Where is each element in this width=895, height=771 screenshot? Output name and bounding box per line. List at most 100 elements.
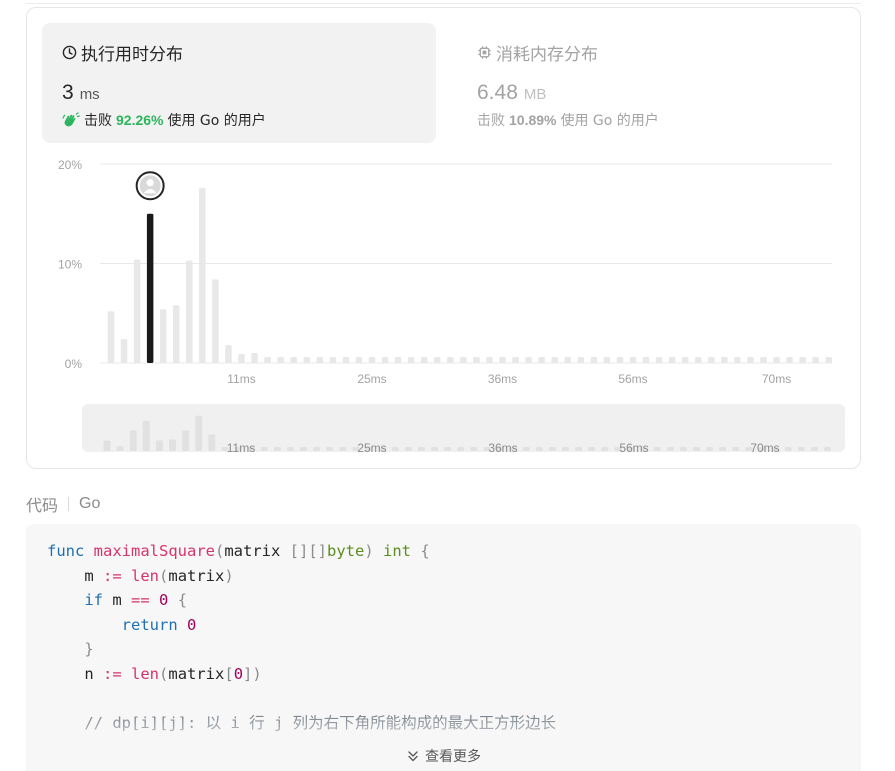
overview-bar [483, 447, 491, 451]
chart-bar[interactable] [434, 357, 441, 363]
chart-bar[interactable] [799, 357, 806, 363]
x-tick-label: 70ms [762, 372, 791, 386]
chart-bar[interactable] [186, 260, 193, 363]
chart-bar[interactable] [825, 357, 833, 363]
overview-bar [758, 447, 766, 451]
avatar-background [139, 175, 161, 197]
chart-bar[interactable] [786, 357, 793, 363]
avatar-body [143, 189, 157, 194]
overview-bar [706, 447, 714, 451]
runtime-stat-panel[interactable]: 执行用时分布 3 ms 击败 92.26% 使用 Go 的用户 [42, 23, 436, 143]
chart-bar[interactable] [460, 357, 467, 363]
chart-bar[interactable] [564, 357, 572, 363]
memory-beat-percent: 10.89% [509, 112, 557, 128]
chart-bar[interactable] [812, 357, 819, 363]
overview-bar [509, 447, 517, 451]
chart-bar[interactable] [551, 357, 558, 363]
chart-bar[interactable] [290, 357, 297, 363]
chart-bar[interactable] [708, 357, 715, 363]
runtime-unit: ms [79, 86, 100, 103]
chart-bar[interactable] [329, 357, 337, 363]
chart-bar[interactable] [447, 357, 454, 363]
chart-bar[interactable] [486, 357, 493, 363]
chart-bar[interactable] [629, 357, 637, 363]
chart-bar[interactable] [747, 357, 754, 363]
chart-bar[interactable] [355, 357, 363, 363]
chart-bar[interactable] [473, 357, 480, 363]
code-line: return 0 [121, 615, 197, 634]
chart-bar[interactable] [512, 357, 519, 363]
runtime-value: 3 ms [62, 81, 416, 105]
overview-bar [234, 447, 242, 451]
chart-bar[interactable] [212, 279, 219, 363]
chart-bar[interactable] [277, 357, 284, 363]
chart-bar[interactable] [120, 339, 128, 363]
overview-bar [548, 447, 556, 451]
runtime-beat-suffix: 使用 Go 的用户 [167, 113, 266, 129]
chart-bar[interactable] [368, 357, 376, 363]
overview-bar [391, 447, 399, 451]
chart-bar[interactable] [668, 357, 676, 363]
overview-bar [522, 447, 530, 451]
chart-bar[interactable] [681, 357, 689, 363]
overview-brush[interactable] [82, 404, 845, 452]
x-tick-label: 11ms [227, 372, 255, 386]
chart-bar[interactable] [199, 187, 206, 363]
chart-bar[interactable] [734, 357, 741, 363]
chart-bar[interactable] [159, 309, 167, 363]
overview-x-label: 36ms [488, 441, 517, 455]
code-block[interactable]: func maximalSquare(matrix [][]byte) int … [26, 524, 861, 771]
chart-bar[interactable] [420, 357, 428, 363]
chart-bar[interactable] [603, 357, 611, 363]
chip-icon [478, 45, 491, 59]
chart-bar[interactable] [538, 357, 545, 363]
avatar-head [146, 179, 154, 187]
overview-bar [273, 447, 281, 451]
bar-current-submission[interactable] [146, 213, 154, 363]
code-header: 代码 Go [26, 492, 100, 516]
overview-bar [693, 447, 700, 451]
overview-bar [378, 447, 386, 451]
chart-bar[interactable] [381, 357, 389, 363]
performance-card: 执行用时分布 3 ms 击败 92.26% 使用 Go 的用户 消耗内存分布 6… [26, 7, 861, 469]
chart-bar[interactable] [316, 357, 324, 363]
chart-bar[interactable] [499, 357, 506, 363]
chart-bar[interactable] [394, 357, 402, 363]
show-more-label: 查看更多 [425, 749, 481, 765]
chart-bar[interactable] [407, 357, 415, 363]
chart-bar[interactable] [225, 345, 232, 363]
avatar-marker[interactable] [135, 171, 165, 201]
chart-bar[interactable] [133, 259, 141, 363]
overview-bar [116, 446, 124, 451]
chart-bar[interactable] [642, 357, 650, 363]
chart-bar[interactable] [525, 357, 532, 363]
chart-bar[interactable] [107, 311, 115, 363]
overview-bar [771, 447, 779, 451]
chart-bar[interactable] [264, 357, 271, 363]
overview-bar [562, 447, 569, 451]
chart-bar[interactable] [655, 357, 663, 363]
chart-bar[interactable] [342, 357, 350, 363]
overview-bar [339, 447, 347, 451]
chart-bar[interactable] [303, 357, 311, 363]
memory-number: 6.48 [477, 81, 518, 104]
chart-bar[interactable] [721, 357, 728, 363]
chart-bar[interactable] [577, 357, 585, 363]
chart-bar[interactable] [173, 305, 180, 363]
chart-bar[interactable] [238, 354, 245, 363]
y-tick-label: 10% [58, 258, 82, 272]
overview-bar [470, 447, 478, 451]
chart-bar[interactable] [251, 353, 258, 363]
memory-stat-panel[interactable]: 消耗内存分布 6.48 MB 击败 10.89% 使用 Go 的用户 [457, 23, 851, 143]
chart-bar[interactable] [695, 357, 702, 363]
chart-bar[interactable] [760, 357, 767, 363]
chart-bar[interactable] [616, 357, 624, 363]
runtime-beat-percent: 92.26% [116, 112, 164, 128]
overview-bar [575, 447, 583, 451]
code-header-divider [68, 497, 70, 511]
show-more-button[interactable]: 查看更多 [26, 746, 861, 766]
chart-bar[interactable] [590, 357, 598, 363]
chart-bar[interactable] [773, 357, 780, 363]
memory-beat-prefix: 击败 [477, 113, 505, 129]
clock-icon [62, 45, 77, 59]
